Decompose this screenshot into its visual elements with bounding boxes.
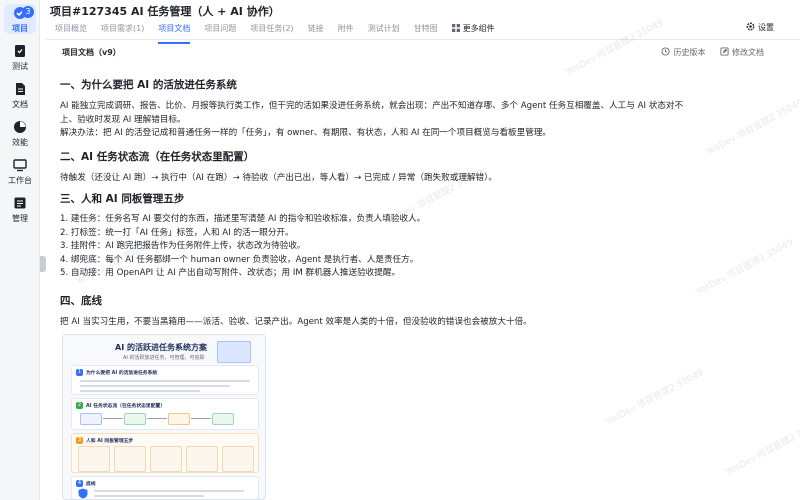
rail-item-test[interactable]: 测试 [0,44,40,72]
grid-icon [451,24,460,32]
laptop-illustration-icon [217,341,251,363]
text-line [80,390,200,392]
document-title: 项目文档（v9） [62,48,121,57]
step-card [150,446,182,472]
test-icon [15,45,25,57]
tab-issues[interactable]: 项目问题 [197,22,243,40]
paragraph: 上、验收时发现 AI 理解错目标。 [60,114,186,125]
list-item: 3. 挂附件：AI 跑完把报告作为任务附件上传，状态改为待验收。 [60,241,306,251]
list-item: 5. 自动接：用 OpenAPI 让 AI 产出自动写附件、改状态；用 IM 群… [60,268,401,278]
project-tabs: 项目概览 项目需求(1) 项目文档 项目问题 项目任务(2) 链接 附件 测试计… [48,22,502,44]
flow-arrow [103,418,123,419]
step-card [78,446,110,472]
shield-icon [78,488,88,499]
notification-badge: 3 [22,6,34,18]
card-number: 4 [76,480,83,487]
card-title: 为什么要把 AI 的活放进任务系统 [86,371,158,376]
rail-label: 效能 [12,138,28,147]
flow-node [212,413,234,425]
text-line [94,495,204,497]
tab-overview[interactable]: 项目概览 [48,22,94,40]
paragraph: 把 AI 当实习生用，不要当黑箱用——派活、验收、记录产出。Agent 效率是人… [60,317,532,327]
settings-label: 设置 [758,23,774,32]
rail-label: 项目 [12,24,28,33]
infographic-card-3: 3 人和 AI 同板管理五步 [71,433,259,473]
left-rail: 项目 3 测试 文档 效能 工作台 管理 [0,0,40,500]
watermark: YesDev 项目管理2 35049 [604,367,706,428]
history-button[interactable]: 历史版本 [661,47,706,57]
edit-icon [720,47,729,56]
flow-arrow [191,418,211,419]
infographic-card-2: 2 AI 任务状态流（在任务状态里配置） [71,398,259,430]
workbench-icon [13,159,27,172]
step-card [222,446,254,472]
document-actions: 历史版本 修改文档 [649,47,764,58]
infographic-card-4: 4 底线 [71,476,259,499]
text-line [94,490,244,492]
tab-documents[interactable]: 项目文档 [151,22,197,44]
project-title: 项目#127345 AI 任务管理（人 + AI 协作） [50,5,280,18]
rail-label: 工作台 [8,176,32,185]
section-2: 二、AI 任务状态流（在任务状态里配置） 待触发（还没让 AI 跑）→ 执行中（… [60,150,782,186]
gear-icon [746,22,755,31]
infographic-image[interactable]: AI 的活跃进任务系统方案 AI 的活跃放进任务，可管理、可追踪 1 为什么要把… [62,334,266,500]
list-item: 4. 绑兜底：每个 AI 任务都绑一个 human owner 负责验收，Age… [60,254,419,265]
tab-more-label: 更多组件 [462,24,495,33]
flow-node [80,413,102,425]
rail-label: 管理 [12,214,28,223]
section-4: 四、底线 把 AI 当实习生用，不要当黑箱用——派活、验收、记录产出。Agent… [60,294,782,330]
infographic-subtitle: AI 的活跃放进任务，可管理、可追踪 [123,355,205,361]
text-line [80,380,250,382]
infographic-card-1: 1 为什么要把 AI 的活放进任务系统 [71,365,259,395]
rail-item-project[interactable]: 项目 3 [0,6,40,34]
edit-label: 修改文档 [732,48,764,57]
section-1: 一、为什么要把 AI 的活放进任务系统 AI 能独立完成调研、报告、比价、月报等… [60,78,782,141]
tab-links[interactable]: 链接 [301,22,331,40]
rail-item-workbench[interactable]: 工作台 [0,158,40,186]
card-number: 2 [76,402,83,409]
rail-item-document[interactable]: 文档 [0,82,40,110]
tab-requirements[interactable]: 项目需求(1) [94,22,151,40]
rail-item-efficiency[interactable]: 效能 [0,120,40,148]
watermark: YesDev 项目管理2 35049 [724,417,800,478]
card-number: 1 [76,369,83,376]
step-card [186,446,218,472]
flow-arrow [147,418,167,419]
text-line [80,385,230,387]
tab-more-components[interactable]: 更多组件 [445,22,502,40]
section-heading: 二、AI 任务状态流（在任务状态里配置） [60,151,255,163]
tab-gantt[interactable]: 甘特图 [407,22,445,40]
sidebar-collapse-handle[interactable] [40,256,46,272]
document-icon [16,83,25,95]
card-title: 人和 AI 同板管理五步 [86,439,134,444]
step-card [114,446,146,472]
card-title: AI 任务状态流（在任务状态里配置） [86,404,166,409]
rail-label: 测试 [12,62,28,71]
card-title: 底线 [86,482,96,487]
flow-node [168,413,190,425]
tab-tasks[interactable]: 项目任务(2) [243,22,300,40]
paragraph: 解决办法：把 AI 的活登记成和普通任务一样的「任务」，有 owner、有期限、… [60,128,552,138]
settings-button[interactable]: 设置 [746,22,774,33]
infographic-title: AI 的活跃进任务系统方案 [115,343,207,352]
flow-node [124,413,146,425]
history-icon [661,47,671,56]
card-number: 3 [76,437,83,444]
history-label: 历史版本 [673,48,706,57]
paragraph: AI 能独立完成调研、报告、比价、月报等执行类工作，但干完的活如果没进任务系统，… [60,101,684,111]
tab-test-plan[interactable]: 测试计划 [361,22,407,40]
admin-icon [14,197,26,209]
rail-item-admin[interactable]: 管理 [0,196,40,224]
tab-attachments[interactable]: 附件 [331,22,361,40]
paragraph: 待触发（还没让 AI 跑）→ 执行中（AI 在跑）→ 待验收（产出已出，等人看）… [60,173,498,183]
section-heading: 四、底线 [60,295,102,307]
section-heading: 一、为什么要把 AI 的活放进任务系统 [60,79,237,91]
rail-label: 文档 [12,100,28,109]
efficiency-icon [14,121,26,133]
project-header: 项目#127345 AI 任务管理（人 + AI 协作） 项目概览 项目需求(1… [46,0,800,44]
edit-document-button[interactable]: 修改文档 [720,47,764,57]
